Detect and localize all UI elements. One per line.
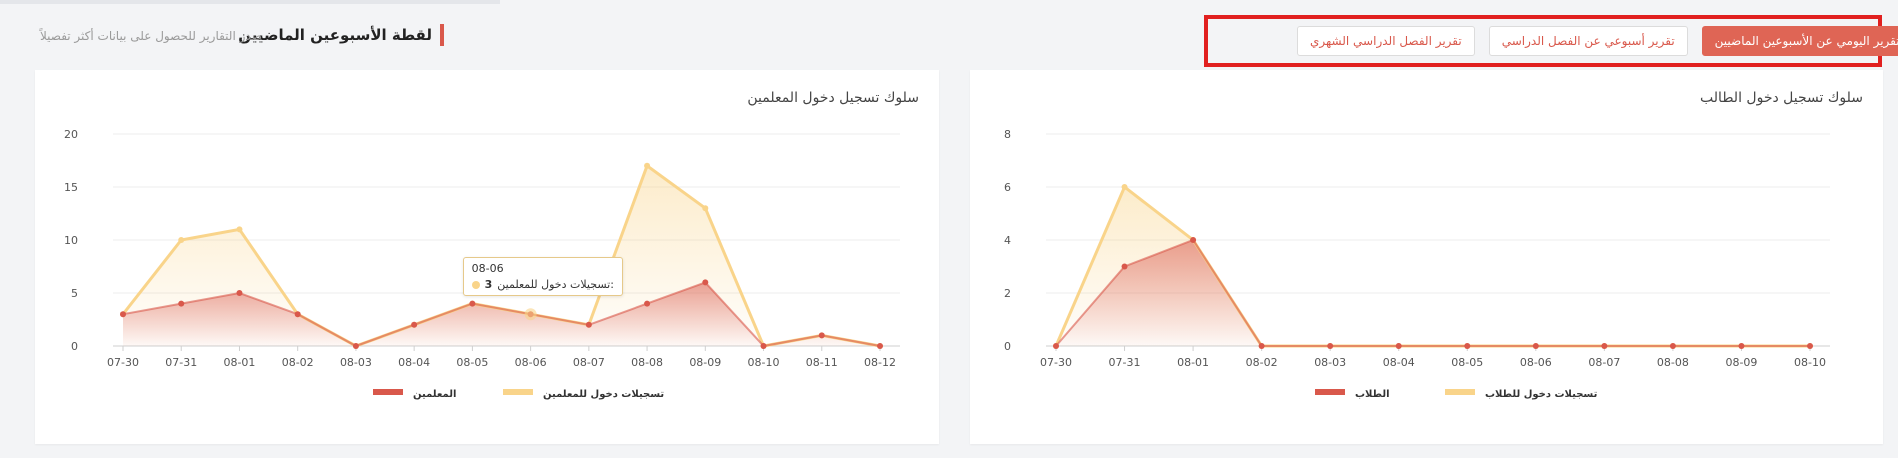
x-tick-label: 08-03 <box>1314 356 1346 369</box>
x-tick-label: 08-06 <box>1520 356 1552 369</box>
data-point <box>1258 343 1265 349</box>
report-tabs: تقرير الفصل الدراسي الشهري تقرير أسبوعي … <box>1204 15 1898 67</box>
x-tick-label: 08-05 <box>1451 356 1483 369</box>
data-point <box>818 332 825 339</box>
data-point <box>178 300 185 307</box>
x-tick-label: 08-08 <box>631 356 663 369</box>
data-point <box>352 343 359 349</box>
highlight-point <box>524 308 537 321</box>
data-point <box>760 343 767 349</box>
legend-label: الطلاب <box>1355 389 1390 400</box>
y-tick-label: 6 <box>1004 181 1011 194</box>
page-title-text: لقطة الأسبوعين الماضيين <box>238 26 432 44</box>
y-tick-label: 2 <box>1004 287 1011 300</box>
x-tick-label: 08-02 <box>1246 356 1278 369</box>
x-tick-label: 08-10 <box>1794 356 1826 369</box>
data-point <box>1121 184 1128 190</box>
tab-monthly-semester-report[interactable]: تقرير الفصل الدراسي الشهري <box>1297 26 1475 56</box>
data-point <box>236 290 243 296</box>
data-point <box>411 321 418 328</box>
x-tick-label: 08-12 <box>864 356 896 369</box>
tab-daily-two-week-report[interactable]: التقرير اليومي عن الأسبوعين الماضيين <box>1701 26 1898 56</box>
teachers-login-card: سلوك تسجيل دخول المعلمين 0 5 10 15 20 07-30 07… <box>35 70 939 444</box>
y-tick-label: 0 <box>1004 340 1011 353</box>
data-point <box>1807 343 1813 349</box>
data-point <box>236 226 243 233</box>
x-tick-label: 08-09 <box>689 356 721 369</box>
data-point <box>1053 343 1059 349</box>
legend-swatch <box>503 389 533 395</box>
students-login-card: سلوك تسجيل دخول الطالب 0 2 4 6 8 07-30 07-31 08… <box>970 70 1883 444</box>
x-tick-label: 08-05 <box>456 356 488 369</box>
legend-swatch <box>1315 389 1345 395</box>
x-tick-label: 08-06 <box>515 356 547 369</box>
data-point <box>294 311 301 318</box>
y-tick-label: 8 <box>1004 128 1011 141</box>
x-tick-label: 07-30 <box>1040 356 1072 369</box>
y-tick-label: 0 <box>71 340 78 353</box>
data-point <box>702 279 709 286</box>
data-point <box>644 300 651 307</box>
data-point <box>702 205 709 212</box>
legend-label: تسجيلات دخول للطلاب <box>1485 389 1598 400</box>
chart-tooltip: 08-06 3 تسجيلات دخول للمعلمين: <box>462 257 623 297</box>
tooltip-label: تسجيلات دخول للمعلمين: <box>497 278 614 292</box>
data-point <box>1327 343 1334 349</box>
x-tick-label: 08-01 <box>1177 356 1209 369</box>
x-tick-label: 08-02 <box>282 356 314 369</box>
y-tick-label: 10 <box>64 234 78 247</box>
x-tick-label: 08-09 <box>1725 356 1757 369</box>
x-tick-label: 08-04 <box>1383 356 1415 369</box>
x-tick-label: 07-31 <box>1109 356 1141 369</box>
data-point <box>469 300 476 307</box>
tooltip-value: 3 <box>484 278 493 292</box>
legend-swatch <box>1445 389 1475 395</box>
data-point <box>1121 263 1128 270</box>
data-point <box>1669 343 1676 349</box>
x-tick-label: 08-03 <box>340 356 372 369</box>
x-tick-label: 07-30 <box>107 356 139 369</box>
data-point <box>120 311 126 318</box>
tab-weekly-semester-report[interactable]: تقرير أسبوعي عن الفصل الدراسي <box>1488 26 1688 56</box>
y-tick-label: 4 <box>1004 234 1011 247</box>
legend-swatch <box>373 389 403 395</box>
x-tick-label: 08-01 <box>223 356 255 369</box>
y-tick-label: 20 <box>64 128 78 141</box>
data-point <box>1464 343 1471 349</box>
x-tick-label: 08-08 <box>1657 356 1689 369</box>
data-point <box>644 162 651 169</box>
data-point <box>877 343 883 349</box>
x-tick-label: 07-31 <box>165 356 197 369</box>
legend-label: المعلمين <box>413 389 456 400</box>
data-point <box>1190 237 1197 243</box>
x-tick-label: 08-07 <box>1588 356 1620 369</box>
x-tick-label: 08-11 <box>806 356 838 369</box>
tooltip-date: 08-06 <box>471 262 504 276</box>
top-divider <box>0 0 500 4</box>
data-point <box>178 237 185 243</box>
y-tick-label: 15 <box>64 181 78 194</box>
legend-label: تسجيلات دخول للمعلمين <box>543 389 664 400</box>
x-tick-label: 08-07 <box>573 356 605 369</box>
data-point <box>1395 343 1402 349</box>
x-tick-label: 08-04 <box>398 356 430 369</box>
tooltip-row: 3 تسجيلات دخول للمعلمين: <box>471 278 614 292</box>
data-point <box>1532 343 1539 349</box>
page-subtitle: صدر التقارير للحصول على بيانات أكثر تفصي… <box>40 29 262 43</box>
data-point <box>1738 343 1745 349</box>
page-title: لقطة الأسبوعين الماضيين <box>238 24 444 46</box>
data-point <box>585 321 592 328</box>
data-point <box>1601 343 1608 349</box>
title-accent-bar <box>440 24 444 46</box>
tooltip-dot <box>471 280 480 289</box>
students-login-chart: 0 2 4 6 8 07-30 07-31 08-01 08-02 08-03 08-04 08-05… <box>1004 128 1830 400</box>
x-tick-label: 08-10 <box>748 356 780 369</box>
y-tick-label: 5 <box>71 287 78 300</box>
